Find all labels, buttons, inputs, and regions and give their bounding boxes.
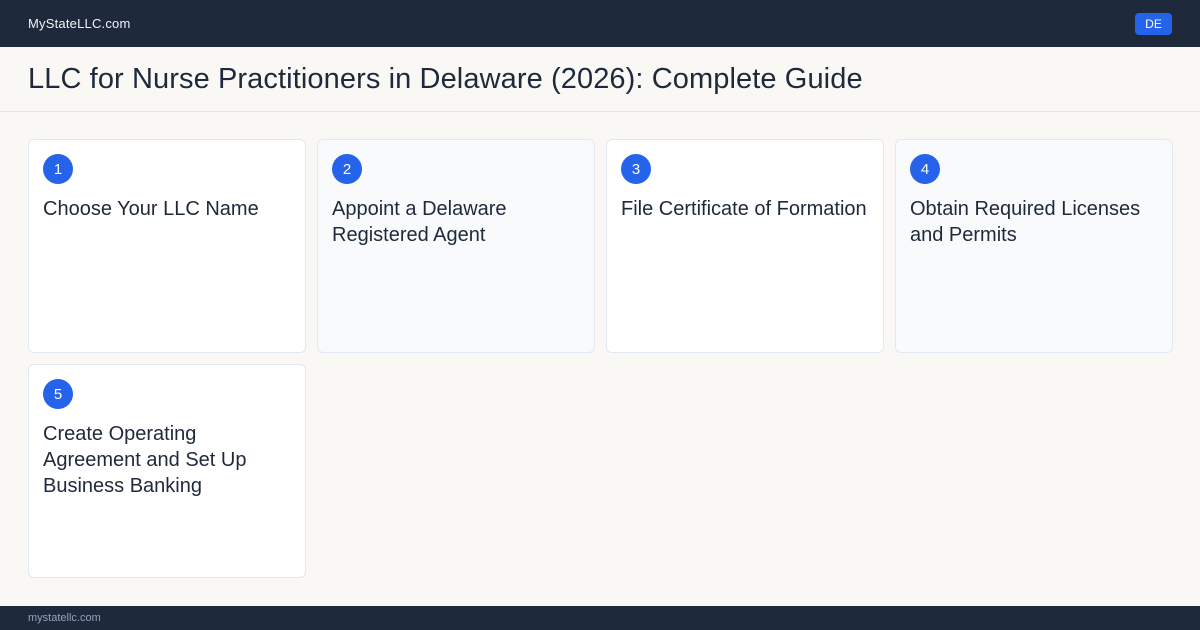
step-title: Choose Your LLC Name xyxy=(43,198,259,220)
step-card-2: 2 Appoint a Delaware Registered Agent xyxy=(317,139,595,353)
step-card-4: 4 Obtain Required Licenses and Permits xyxy=(895,139,1173,353)
step-title: Appoint a Delaware Registered Agent xyxy=(332,198,507,246)
step-title: Obtain Required Licenses and Permits xyxy=(910,198,1141,246)
step-number-badge: 2 xyxy=(332,154,362,184)
step-title: File Certificate of Formation xyxy=(621,198,867,220)
title-band: LLC for Nurse Practitioners in Delaware … xyxy=(0,47,1200,112)
step-card-3: 3 File Certificate of Formation xyxy=(606,139,884,353)
state-badge: DE xyxy=(1135,12,1172,35)
steps-grid: 1 Choose Your LLC Name 2 Appoint a Delaw… xyxy=(28,139,1173,578)
step-title: Create Operating Agreement and Set Up Bu… xyxy=(43,423,247,497)
step-card-1: 1 Choose Your LLC Name xyxy=(28,139,306,353)
step-card-5: 5 Create Operating Agreement and Set Up … xyxy=(28,364,306,578)
step-number-badge: 3 xyxy=(621,154,651,184)
step-number-badge: 5 xyxy=(43,379,73,409)
top-bar: MyStateLLC.com DE xyxy=(0,0,1200,47)
step-number-badge: 4 xyxy=(910,154,940,184)
site-brand[interactable]: MyStateLLC.com xyxy=(28,16,131,31)
footer-url[interactable]: mystatellc.com xyxy=(28,612,101,624)
footer-bar: mystatellc.com xyxy=(0,606,1200,630)
step-number-badge: 1 xyxy=(43,154,73,184)
page-title: LLC for Nurse Practitioners in Delaware … xyxy=(28,62,863,95)
